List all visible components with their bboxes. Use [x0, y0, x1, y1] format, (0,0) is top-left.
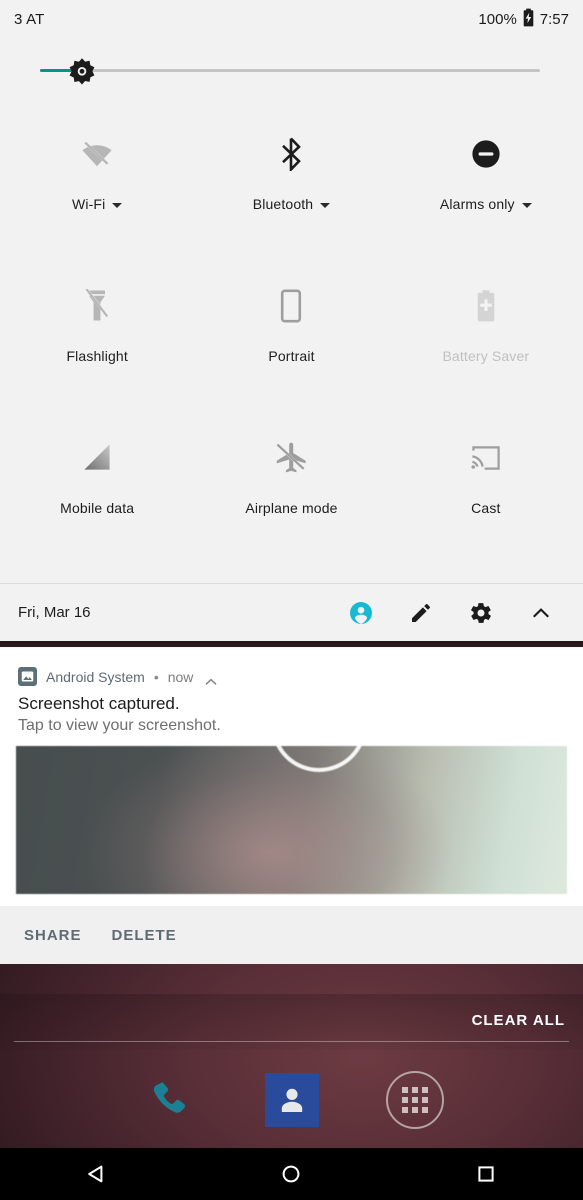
battery-percent-label: 100% [478, 10, 517, 28]
tile-mobile-data-label-row: Mobile data [60, 500, 134, 516]
app-drawer-icon[interactable] [385, 1071, 444, 1129]
tile-portrait[interactable]: Portrait [194, 260, 388, 412]
clear-all-bar: CLEAR ALL [0, 994, 583, 1050]
tile-bluetooth-label: Bluetooth [252, 196, 314, 212]
tile-airplane-mode-label-row: Airplane mode [245, 500, 337, 516]
footer-actions [349, 601, 565, 625]
share-button[interactable]: SHARE [18, 921, 88, 950]
tile-battery-saver[interactable]: Battery Saver [389, 260, 583, 412]
image-photo-icon [18, 667, 37, 686]
brightness-track[interactable] [40, 69, 540, 72]
home-button[interactable] [259, 1148, 323, 1200]
panel-shadow [0, 641, 583, 647]
notification-actions: SHARE DELETE [0, 906, 583, 964]
triangle-back-icon [88, 1165, 103, 1183]
gear-icon[interactable] [469, 601, 493, 625]
flashlight-off-icon [78, 287, 116, 325]
preview-circle-overlay [271, 746, 367, 772]
tile-mobile-data[interactable]: Mobile data [0, 412, 194, 564]
pencil-icon[interactable] [409, 601, 433, 625]
tile-mobile-data-label: Mobile data [60, 500, 135, 516]
screen-rotation-portrait-icon [272, 287, 310, 325]
notification-title: Screenshot captured. [18, 694, 180, 713]
tile-do-not-disturb-label-row: Alarms only [440, 196, 532, 212]
notification-body: Tap to view your screenshot. [18, 717, 221, 734]
tile-airplane-mode[interactable]: Airplane mode [194, 412, 388, 564]
date-label: Fri, Mar 16 [18, 604, 91, 621]
contacts-tile [264, 1073, 319, 1127]
chevron-up-icon[interactable] [529, 601, 553, 625]
phone-app-icon[interactable] [140, 1071, 198, 1129]
tile-do-not-disturb-label: Alarms only [439, 196, 515, 212]
circle-home-icon [283, 1165, 300, 1183]
status-bar: 3 AT 100% 7:57 [0, 0, 583, 38]
tile-cast-label-row: Cast [471, 500, 500, 516]
do-not-disturb-icon [467, 135, 505, 173]
shade-bottom-divider [14, 1041, 569, 1042]
tile-airplane-mode-label: Airplane mode [245, 500, 338, 516]
chevron-down-icon[interactable] [320, 202, 331, 208]
tile-do-not-disturb[interactable]: Alarms only [389, 108, 583, 260]
notification-time: now [167, 668, 194, 685]
tile-flashlight-label: Flashlight [66, 348, 128, 364]
chevron-down-icon[interactable] [112, 202, 123, 208]
cast-icon [467, 439, 505, 477]
notification-card[interactable]: Android System • now Screenshot captured… [0, 647, 583, 964]
screenshot-preview-image[interactable] [16, 746, 567, 894]
status-clock: 7:57 [539, 10, 569, 28]
tile-wifi[interactable]: Wi-Fi [0, 108, 194, 260]
tile-bluetooth-label-row: Bluetooth [253, 196, 331, 212]
drawer-circle [385, 1071, 444, 1129]
notification-app-name: Android System [46, 668, 145, 685]
quick-settings-panel: 3 AT 100% 7:57 Wi-Fi Bluetooth Alarms on… [0, 0, 583, 641]
clear-all-button[interactable]: CLEAR ALL [472, 1012, 565, 1033]
chevron-up-icon[interactable] [205, 673, 217, 685]
signal-cellular-icon [78, 439, 116, 477]
tile-cast-label: Cast [471, 500, 501, 516]
navigation-bar [0, 1148, 583, 1200]
tile-battery-saver-label-row: Battery Saver [442, 348, 529, 364]
delete-button[interactable]: DELETE [106, 921, 183, 950]
grid-dots-icon [401, 1087, 428, 1113]
tile-flashlight[interactable]: Flashlight [0, 260, 194, 412]
battery-charging-icon [522, 8, 535, 31]
recents-button[interactable] [454, 1148, 518, 1200]
brightness-icon[interactable] [66, 55, 98, 87]
wifi-off-icon [78, 135, 116, 173]
tile-flashlight-label-row: Flashlight [66, 348, 127, 364]
brightness-slider[interactable] [0, 48, 583, 92]
account-circle-icon[interactable] [349, 601, 373, 625]
square-recents-icon [478, 1166, 494, 1182]
android-screen: 3 AT 100% 7:57 Wi-Fi Bluetooth Alarms on… [0, 0, 583, 1200]
person-icon [281, 1088, 302, 1112]
status-carrier: 3 AT [14, 10, 45, 28]
airplane-off-icon [272, 439, 310, 477]
tile-portrait-label-row: Portrait [268, 348, 314, 364]
tile-cast[interactable]: Cast [389, 412, 583, 564]
home-dock [0, 1052, 583, 1148]
bluetooth-icon [272, 135, 310, 173]
tile-bluetooth[interactable]: Bluetooth [194, 108, 388, 260]
chevron-down-icon[interactable] [521, 202, 532, 208]
tile-wifi-label: Wi-Fi [71, 196, 106, 212]
status-right-cluster: 100% 7:57 [478, 8, 569, 31]
tile-portrait-label: Portrait [268, 348, 315, 364]
tile-battery-saver-label: Battery Saver [442, 348, 530, 364]
quick-settings-footer: Fri, Mar 16 [0, 583, 583, 641]
tile-wifi-label-row: Wi-Fi [71, 196, 123, 212]
notification-separator: • [153, 668, 159, 685]
notification-header: Android System • now [0, 647, 583, 686]
back-button[interactable] [65, 1148, 129, 1200]
quick-settings-tiles: Wi-Fi Bluetooth Alarms only Flashlight P… [0, 108, 583, 564]
contacts-app-icon[interactable] [263, 1071, 321, 1129]
battery-saver-icon [467, 287, 505, 325]
